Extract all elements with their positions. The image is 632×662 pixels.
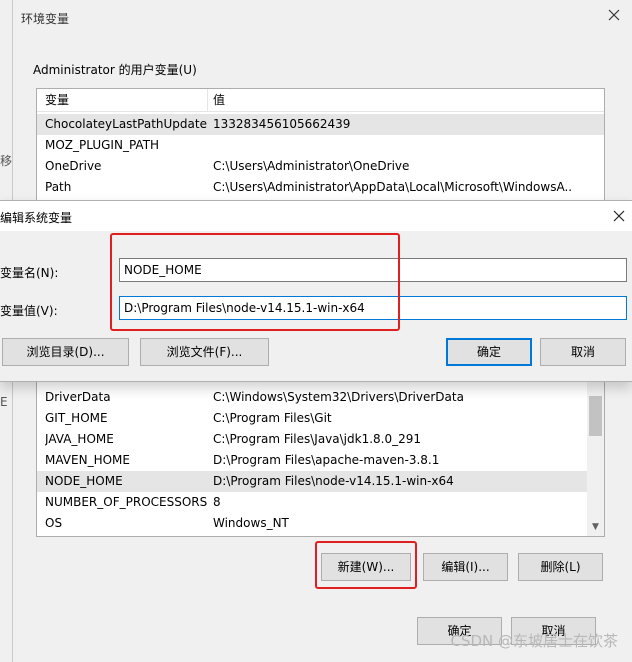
variable-value: C:\Program Files\Java\jdk1.8.0_291 bbox=[213, 432, 422, 446]
window-title: 环境变量 bbox=[21, 12, 70, 26]
browse-directory-button[interactable]: 浏览目录(D)... bbox=[2, 338, 129, 366]
variable-value-label: 变量值(V): bbox=[0, 304, 58, 318]
variable-name: NODE_HOME bbox=[45, 474, 123, 488]
background-text-fragment: E bbox=[0, 395, 8, 409]
variable-name: OneDrive bbox=[45, 159, 102, 173]
variable-name: GIT_HOME bbox=[45, 411, 108, 425]
highlight-new-button bbox=[315, 541, 417, 589]
close-icon[interactable] bbox=[612, 209, 626, 223]
system-variables-list[interactable]: DriverData C:\Windows\System32\Drivers\D… bbox=[36, 380, 605, 537]
variable-value: 133283456105662439 bbox=[213, 117, 351, 131]
variable-value: C:\Windows\System32\Drivers\DriverData bbox=[213, 390, 464, 404]
scrollbar-thumb[interactable] bbox=[589, 396, 602, 436]
table-row[interactable]: MOZ_PLUGIN_PATH bbox=[37, 135, 604, 156]
user-variables-label: Administrator 的用户变量(U) bbox=[33, 63, 197, 77]
variable-name: ChocolateyLastPathUpdate bbox=[45, 117, 207, 131]
browse-file-button[interactable]: 浏览文件(F)... bbox=[140, 338, 269, 366]
table-row[interactable]: OneDrive C:\Users\Administrator\OneDrive bbox=[37, 156, 604, 177]
variable-name: MOZ_PLUGIN_PATH bbox=[45, 138, 160, 152]
close-icon[interactable] bbox=[607, 8, 621, 22]
table-row[interactable]: NUMBER_OF_PROCESSORS 8 bbox=[37, 492, 604, 513]
list-header: 变量 值 bbox=[37, 89, 604, 112]
cancel-button[interactable]: 取消 bbox=[540, 338, 626, 366]
table-row[interactable]: MAVEN_HOME D:\Program Files\apache-maven… bbox=[37, 450, 604, 471]
variable-name: MAVEN_HOME bbox=[45, 453, 130, 467]
edit-system-variable-dialog: 编辑系统变量 变量名(N): NODE_HOME 变量值(V): D:\Prog… bbox=[0, 200, 632, 382]
edit-variable-button[interactable]: 编辑(I)... bbox=[423, 553, 508, 581]
table-row[interactable]: OS Windows_NT bbox=[37, 513, 604, 534]
table-row[interactable]: Path C:\Users\Administrator\AppData\Loca… bbox=[37, 177, 604, 198]
variable-value: D:\Program Files\apache-maven-3.8.1 bbox=[213, 453, 440, 467]
variable-name: JAVA_HOME bbox=[45, 432, 114, 446]
variable-name-label: 变量名(N): bbox=[0, 266, 59, 280]
delete-variable-button[interactable]: 删除(L) bbox=[518, 553, 603, 581]
variable-name: Path bbox=[45, 180, 72, 194]
column-header-name[interactable]: 变量 bbox=[45, 90, 69, 111]
variable-value: Windows_NT bbox=[213, 516, 289, 530]
background-text-fragment: 移 bbox=[0, 154, 13, 168]
variable-name: DriverData bbox=[45, 390, 111, 404]
table-row[interactable]: DriverData C:\Windows\System32\Drivers\D… bbox=[37, 387, 604, 408]
column-header-value[interactable]: 值 bbox=[213, 90, 225, 111]
table-row[interactable]: GIT_HOME C:\Program Files\Git bbox=[37, 408, 604, 429]
variable-value: C:\Users\Administrator\OneDrive bbox=[213, 159, 410, 173]
variable-value: C:\Users\Administrator\AppData\Local\Mic… bbox=[213, 180, 573, 194]
user-variables-list[interactable]: 变量 值 ChocolateyLastPathUpdate 1332834561… bbox=[36, 88, 605, 202]
table-row[interactable]: ChocolateyLastPathUpdate 133283456105662… bbox=[37, 114, 604, 135]
scroll-down-icon[interactable]: ▼ bbox=[587, 519, 604, 536]
variable-value: 8 bbox=[213, 495, 221, 509]
variable-value: D:\Program Files\node-v14.15.1-win-x64 bbox=[213, 474, 454, 488]
dialog-title: 编辑系统变量 bbox=[0, 211, 73, 225]
table-row[interactable]: JAVA_HOME C:\Program Files\Java\jdk1.8.0… bbox=[37, 429, 604, 450]
variable-name: OS bbox=[45, 516, 63, 530]
highlight-fields bbox=[110, 233, 400, 331]
dialog-titlebar: 编辑系统变量 bbox=[0, 201, 632, 231]
variable-value: C:\Program Files\Git bbox=[213, 411, 332, 425]
table-row-selected[interactable]: NODE_HOME D:\Program Files\node-v14.15.1… bbox=[37, 471, 604, 492]
vertical-scrollbar[interactable]: ▼ bbox=[587, 380, 604, 536]
ok-button[interactable]: 确定 bbox=[446, 338, 532, 366]
variable-name: NUMBER_OF_PROCESSORS bbox=[45, 495, 208, 509]
watermark-text: CSDN @东坡居士在饮茶 bbox=[450, 632, 618, 650]
